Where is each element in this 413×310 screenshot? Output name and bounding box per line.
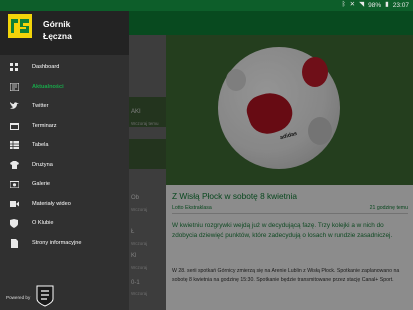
menu-item-twitter[interactable]: Twitter [0,98,129,114]
navigation-drawer: Górnik Łęczna Dashboard Aktualności Twit… [0,0,129,310]
video-icon [9,199,19,209]
menu-item-info-pages[interactable]: Strony informacyjne [0,235,129,251]
menu-item-news[interactable]: Aktualności [0,79,129,95]
bluetooth-icon: ᛒ [341,1,346,9]
dashboard-icon [9,62,19,72]
club-name-line2: Łęczna [43,31,72,41]
menu-item-team[interactable]: Drużyna [0,157,129,173]
status-bar: ᛒ ✕ ◥ 98% ▮ 23:07 [0,0,413,11]
menu-item-dashboard[interactable]: Dashboard [0,59,129,75]
wifi-icon: ◥ [359,1,365,9]
club-name: Górnik Łęczna [43,18,72,42]
menu-item-label: Strony informacyjne [32,240,82,246]
menu-item-label: O Klubie [32,220,54,226]
menu-item-label: Twitter [32,103,49,109]
menu-item-label: Terminarz [32,123,57,129]
battery-percentage: 98% [368,2,382,9]
menu-item-label: Dashboard [32,64,60,70]
document-icon [9,238,19,248]
menu-item-label: Tabela [32,142,49,148]
menu-item-about-club[interactable]: O Klubie [0,215,129,231]
menu-item-table[interactable]: Tabela [0,137,129,153]
menu-item-videos[interactable]: Materiały wideo [0,196,129,212]
jersey-icon [9,160,19,170]
club-logo-icon [8,14,32,38]
twitter-icon [9,101,19,111]
menu-item-label: Materiały wideo [32,201,71,207]
battery-icon: ▮ [385,1,389,9]
menu-item-label: Aktualności [32,84,64,90]
powered-by-text: Powered by [6,295,31,300]
camera-icon [9,179,19,189]
news-icon [9,82,19,92]
info-icon [9,218,19,228]
clock: 23:07 [392,2,409,9]
clubapp-logo-icon[interactable] [36,285,54,307]
table-icon [9,140,19,150]
menu-item-galleries[interactable]: Galerie [0,176,129,192]
mute-icon: ✕ [349,1,356,9]
club-name-line1: Górnik [43,19,71,29]
menu-item-schedule[interactable]: Terminarz [0,118,129,134]
calendar-icon [9,121,19,131]
menu-item-label: Drużyna [32,162,53,168]
menu-item-label: Galerie [32,181,51,187]
